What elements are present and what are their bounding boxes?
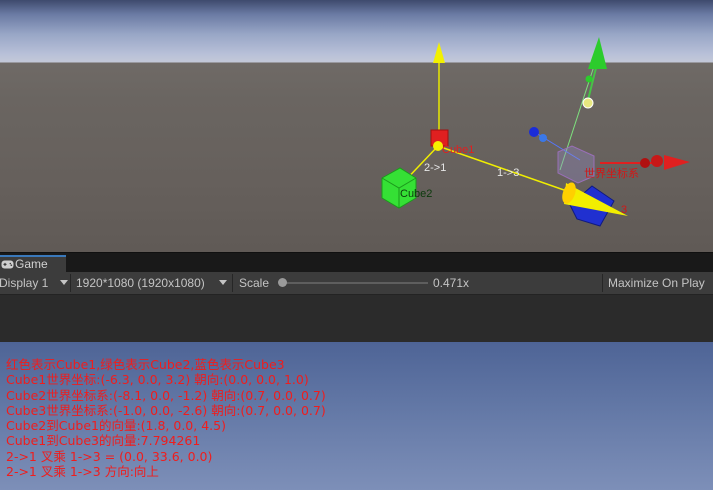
- toolbar-divider: [602, 274, 603, 292]
- vector-2-1-label: 2->1: [424, 162, 446, 174]
- game-toolbar: Display 1 1920*1080 (1920x1080) Scale 0.…: [0, 272, 713, 295]
- scale-slider-thumb[interactable]: [278, 278, 287, 287]
- info-line: 2->1 叉乘 1->3 = (0.0, 33.6, 0.0): [6, 448, 213, 464]
- display-dropdown-arrow-icon[interactable]: [60, 280, 68, 285]
- scale-slider-track[interactable]: [282, 282, 428, 284]
- info-line: 2->1 叉乘 1->3 方向:向上: [6, 464, 159, 480]
- info-line: Cube2世界坐标系:(-8.1, 0.0, -1.2) 朝向:(0.7, 0.…: [6, 387, 326, 403]
- scene-view[interactable]: Cube1 Cube2 2->1 1->3 世界坐标系 3: [0, 0, 713, 252]
- world-axis-blue-ball: [529, 127, 539, 137]
- light-gizmo-icon[interactable]: [582, 97, 594, 109]
- cube1-label: Cube1: [442, 144, 474, 156]
- world-axis-red-arrow[interactable]: [664, 155, 690, 170]
- info-line: Cube1世界坐标:(-6.3, 0.0, 3.2) 朝向:(0.0, 0.0,…: [6, 372, 309, 388]
- maximize-on-play-toggle[interactable]: Maximize On Play: [608, 272, 705, 294]
- maximize-on-play-label: Maximize On Play: [608, 276, 705, 290]
- gamepad-icon: [1, 260, 14, 269]
- vector-1-3-label: 1->3: [497, 167, 519, 179]
- tab-game[interactable]: Game: [0, 255, 66, 273]
- cube1-up-arrow[interactable]: [433, 42, 445, 63]
- game-view-letterbox: [0, 295, 713, 342]
- display-dropdown[interactable]: Display 1: [0, 272, 48, 294]
- info-line: 红色表示Cube1,绿色表示Cube2,蓝色表示Cube3: [6, 357, 285, 372]
- world-axes-label: 世界坐标系: [584, 166, 639, 180]
- toolbar-divider: [70, 274, 71, 292]
- toolbar-divider: [232, 274, 233, 292]
- scale-label: Scale: [239, 276, 270, 290]
- scene-canvas[interactable]: Cube1 Cube2 2->1 1->3 世界坐标系 3: [0, 0, 713, 252]
- game-view[interactable]: 红色表示Cube1,绿色表示Cube2,蓝色表示Cube3 Cube1世界坐标:…: [0, 342, 713, 490]
- cube2-label: Cube2: [400, 188, 432, 200]
- resolution-dropdown-arrow-icon[interactable]: [219, 280, 227, 285]
- world-axis-green-arrow[interactable]: [588, 37, 607, 69]
- scale-value: 0.471x: [433, 276, 470, 290]
- info-line: Cube2到Cube1的向量:(1.8, 0.0, 4.5): [6, 418, 226, 434]
- resolution-dropdown-label: 1920*1080 (1920x1080): [76, 276, 205, 290]
- info-line: Cube1到Cube3的向量:7.794261: [6, 433, 201, 449]
- debug-info-list: 红色表示Cube1,绿色表示Cube2,蓝色表示Cube3 Cube1世界坐标:…: [6, 357, 326, 479]
- info-line: Cube3世界坐标系:(-1.0, 0.0, -2.6) 朝向:(0.7, 0.…: [6, 402, 326, 418]
- display-dropdown-label: Display 1: [0, 276, 49, 290]
- resolution-dropdown[interactable]: 1920*1080 (1920x1080): [76, 272, 205, 294]
- tab-game-label: Game: [15, 257, 48, 271]
- cube3-label-partial: 3: [621, 204, 627, 216]
- window-tab-bar: Game: [0, 252, 713, 273]
